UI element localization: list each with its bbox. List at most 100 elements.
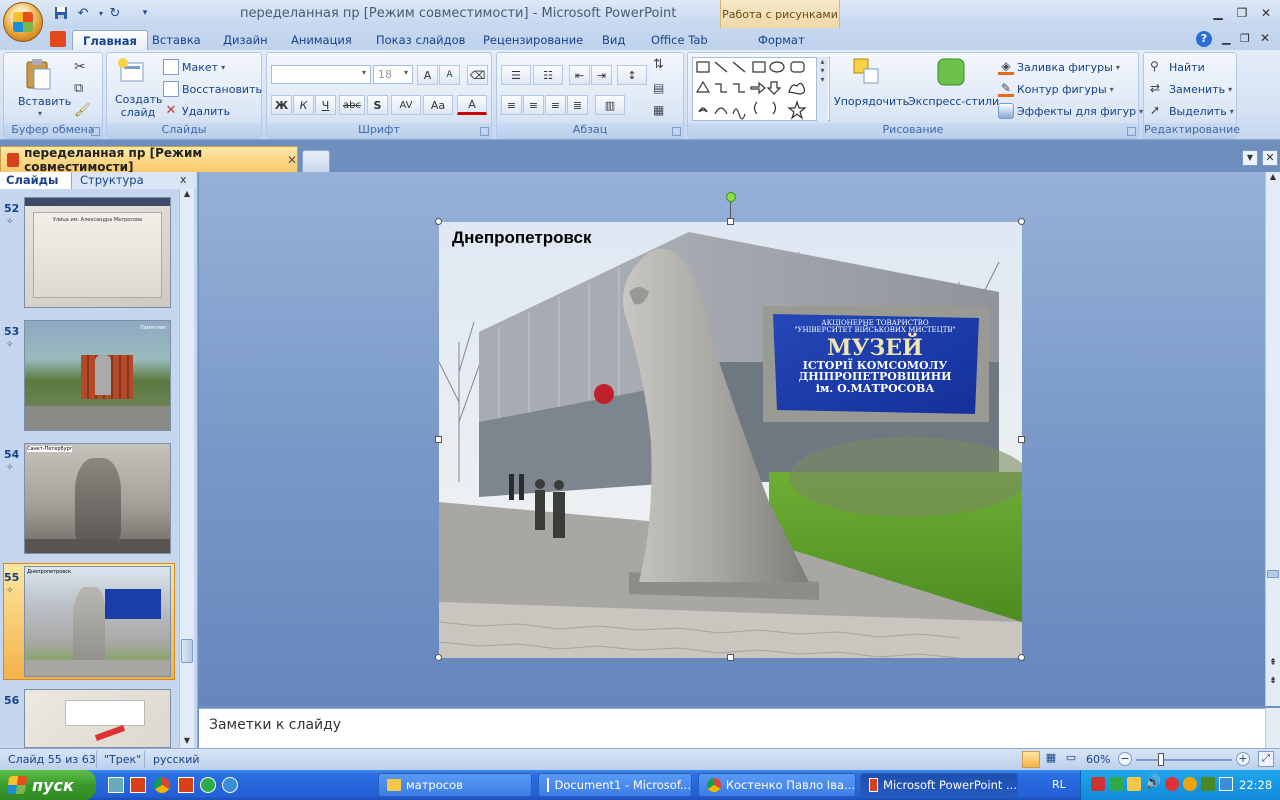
prev-slide-icon[interactable]: ⇞	[1266, 658, 1280, 670]
shadow-button[interactable]: S	[367, 95, 388, 115]
slide-thumbnail-53[interactable]: Памятник	[24, 320, 171, 431]
line-spacing-icon[interactable]: ↕	[617, 65, 647, 85]
bold-button[interactable]: Ж	[271, 95, 292, 115]
tab-design[interactable]: Дизайн	[213, 30, 278, 50]
italic-button[interactable]: К	[293, 95, 314, 115]
zoom-out-icon[interactable]: −	[1118, 752, 1132, 766]
reset-button[interactable]: Восстановить	[163, 79, 262, 99]
paste-icon[interactable]	[24, 57, 52, 91]
help-icon[interactable]: ?	[1196, 31, 1212, 47]
tab-list-icon[interactable]: ▼	[1242, 150, 1258, 166]
shape-outline-button[interactable]: ✎ Контур фигуры ▾	[998, 79, 1114, 99]
resize-handle-ne[interactable]	[1018, 218, 1025, 225]
format-painter-icon[interactable]: 🖌	[74, 103, 91, 118]
paragraph-launcher-icon[interactable]	[672, 127, 681, 136]
slide-thumbnail-54[interactable]: Санкт-Петербург	[24, 443, 171, 554]
rotate-handle[interactable]	[726, 192, 736, 202]
resize-handle-s[interactable]	[727, 654, 734, 661]
slide-thumbnail-55[interactable]: Днепропетровск	[24, 566, 171, 677]
tab-office-tab[interactable]: Office Tab	[641, 30, 718, 50]
tab-home[interactable]: Главная	[72, 30, 148, 50]
tray-folder-icon[interactable]	[1127, 777, 1141, 791]
char-spacing-button[interactable]: AV	[391, 95, 421, 115]
smartart-icon[interactable]: ▦	[653, 103, 664, 117]
language-indicator[interactable]: русский	[153, 753, 200, 766]
cut-icon[interactable]: ✂	[74, 59, 86, 75]
tab-format[interactable]: Формат	[748, 30, 815, 50]
panel-scrollbar[interactable]: ▲ ▼	[179, 189, 194, 748]
slide-title[interactable]: Днепропетровск	[452, 228, 591, 248]
redo-icon[interactable]: ↻	[106, 5, 124, 21]
font-name-combo[interactable]: ▾	[271, 65, 371, 84]
fit-to-window-icon[interactable]: ⤢	[1258, 751, 1274, 767]
numbering-icon[interactable]: ☷	[533, 65, 563, 85]
tab-insert[interactable]: Вставка	[142, 30, 211, 50]
new-tab-button[interactable]	[302, 150, 330, 172]
tab-animation[interactable]: Анимация	[281, 30, 362, 50]
strikethrough-button[interactable]: abc	[339, 95, 365, 115]
shrink-font-button[interactable]: A	[439, 65, 460, 85]
tray-update-icon[interactable]	[1183, 777, 1197, 791]
quick-styles-label[interactable]: Экспресс-стили	[908, 95, 999, 108]
arrange-label[interactable]: Упорядочить	[834, 95, 909, 108]
task-chrome[interactable]: Костенко Павло Іва...	[698, 773, 856, 797]
notes-scrollbar[interactable]	[1265, 708, 1280, 748]
document-tab[interactable]: переделанная пр [Режим совместимости] ✕	[0, 146, 298, 174]
decrease-indent-icon[interactable]: ⇤	[569, 65, 590, 85]
zoom-in-icon[interactable]: +	[1236, 752, 1250, 766]
text-direction-icon[interactable]: ⇅	[653, 57, 664, 72]
shape-fill-button[interactable]: ◈ Заливка фигуры ▾	[998, 57, 1120, 77]
tab-slideshow[interactable]: Показ слайдов	[366, 30, 475, 50]
delete-slide-button[interactable]: ✕ Удалить	[163, 101, 231, 121]
shapes-scroll[interactable]: ▴ ▾ ▾	[816, 57, 828, 121]
task-powerpoint[interactable]: Microsoft PowerPoint ...	[860, 773, 1018, 797]
close-panel-icon[interactable]: x	[180, 173, 187, 186]
volume-icon[interactable]: 🔊	[1145, 775, 1161, 790]
align-right-icon[interactable]: ≡	[545, 95, 566, 115]
zoom-slider-thumb[interactable]	[1158, 753, 1164, 766]
task-word[interactable]: Document1 - Microsof...	[538, 773, 692, 797]
tab-review[interactable]: Рецензирование	[473, 30, 593, 50]
slide-sorter-icon[interactable]: ▦	[1042, 751, 1060, 768]
grow-font-button[interactable]: A	[417, 65, 438, 85]
clipboard-launcher-icon[interactable]	[91, 127, 100, 136]
paste-label[interactable]: Вставить	[18, 95, 71, 108]
align-text-icon[interactable]: ▤	[653, 81, 664, 95]
slide-canvas[interactable]: АКЦІОНЕРНЕ ТОВАРИСТВО "УНІВЕРСИТЕТ ВІЙСЬ…	[439, 222, 1022, 658]
underline-button[interactable]: Ч	[315, 95, 336, 115]
font-size-combo[interactable]: 18 ▾	[373, 65, 413, 84]
utorrent-icon[interactable]	[200, 777, 216, 793]
bullets-icon[interactable]: ☰	[501, 65, 531, 85]
copy-icon[interactable]: ⧉	[74, 81, 83, 96]
shapes-gallery[interactable]	[692, 57, 830, 121]
layout-button[interactable]: Макет ▾	[163, 57, 225, 77]
increase-indent-icon[interactable]: ⇥	[591, 65, 612, 85]
quicklaunch-ppt-icon[interactable]	[130, 777, 146, 793]
editor-vertical-scrollbar[interactable]: ▲ ⇞ ⇟	[1265, 172, 1280, 706]
next-slide-icon[interactable]: ⇟	[1266, 676, 1280, 688]
clear-format-icon[interactable]: ⌫	[467, 65, 488, 85]
close-all-tabs-icon[interactable]: ✕	[1262, 150, 1278, 166]
drawing-launcher-icon[interactable]	[1127, 127, 1136, 136]
notes-pane[interactable]: Заметки к слайду	[199, 708, 1265, 748]
quicklaunch-office-icon[interactable]	[178, 777, 194, 793]
resize-handle-sw[interactable]	[435, 654, 442, 661]
columns-icon[interactable]: ▥	[595, 95, 625, 115]
zoom-level[interactable]: 60%	[1086, 753, 1110, 766]
quick-styles-icon[interactable]	[936, 57, 966, 87]
resize-handle-n[interactable]	[727, 218, 734, 225]
chrome-icon[interactable]	[154, 777, 170, 793]
align-left-icon[interactable]: ≡	[501, 95, 522, 115]
resize-handle-e[interactable]	[1018, 436, 1025, 443]
save-icon[interactable]	[52, 5, 70, 21]
tray-antivirus-icon[interactable]	[1091, 777, 1105, 791]
doc-close-icon[interactable]: ✕	[1260, 31, 1270, 45]
tab-slides-panel[interactable]: Слайды	[0, 172, 72, 189]
undo-icon[interactable]: ↶	[74, 5, 92, 21]
customize-qat-icon[interactable]: ▾	[136, 5, 154, 21]
shape-effects-button[interactable]: Эффекты для фигур ▾	[998, 101, 1143, 121]
resize-handle-se[interactable]	[1018, 654, 1025, 661]
ribbon-restore-icon[interactable]: ❐	[1240, 32, 1250, 45]
new-slide-icon[interactable]	[117, 57, 147, 87]
normal-view-icon[interactable]	[1022, 751, 1040, 768]
